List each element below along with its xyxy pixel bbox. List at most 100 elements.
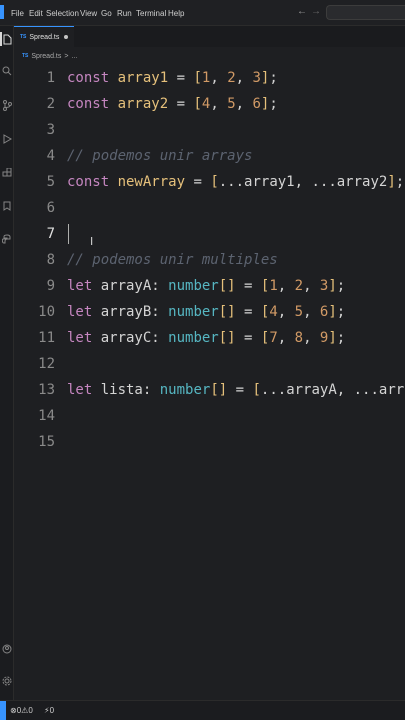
code-token: 5	[227, 96, 236, 112]
line-number: 12	[38, 356, 55, 372]
typescript-file-icon: TS	[22, 53, 29, 59]
code-token: ,	[277, 278, 295, 294]
code-editor[interactable]: 1 const array1 = [1, 2, 3]; 2 const array2 …	[14, 65, 405, 710]
code-token: const	[67, 96, 118, 112]
code-text: let arrayC: number[] = [7, 8, 9];	[67, 325, 345, 351]
app-logo	[0, 5, 4, 19]
code-token: ]	[387, 174, 396, 190]
code-token: ,	[277, 304, 295, 320]
code-token: ;	[336, 330, 346, 346]
code-token: lista:	[100, 382, 160, 398]
code-token: ...array1, ...array2	[218, 174, 388, 190]
status-bar: ⊗0⚠0 ⚡0	[0, 700, 405, 720]
breadcrumb: TS Spread.ts > ...	[14, 47, 405, 65]
code-token: const	[67, 174, 118, 190]
unsaved-dot-icon[interactable]	[64, 35, 68, 39]
code-token: ;	[336, 278, 346, 294]
code-token: const	[67, 70, 118, 86]
files-icon[interactable]	[0, 32, 12, 46]
line-number: 11	[38, 330, 55, 346]
code-token: =	[235, 278, 261, 294]
extensions-icon[interactable]	[1, 166, 13, 180]
code-token: []	[218, 330, 236, 346]
menu-help[interactable]: Help	[168, 0, 184, 26]
python-icon[interactable]	[1, 232, 13, 246]
code-token: =	[235, 330, 261, 346]
code-token: 5	[294, 304, 304, 320]
code-text: let arrayA: number[] = [1, 2, 3];	[67, 273, 345, 299]
breadcrumb-symbol[interactable]: ...	[71, 53, 77, 60]
code-token: let	[67, 278, 101, 294]
code-line[interactable]: 15	[14, 429, 405, 455]
code-token: ;	[269, 70, 278, 86]
code-line[interactable]: 8 // podemos unir multiples	[14, 247, 405, 273]
code-line[interactable]: 5 const newArray = [...array1, ...array2]…	[14, 169, 405, 195]
remote-indicator[interactable]	[0, 701, 6, 720]
code-token: =	[185, 174, 211, 190]
code-text: let lista: number[] = [...arrayA, ...arr…	[67, 377, 405, 403]
code-line[interactable]: 10 let arrayB: number[] = [4, 5, 6];	[14, 299, 405, 325]
code-token: 2	[294, 278, 304, 294]
menu-view[interactable]: View	[80, 0, 97, 26]
code-text: // podemos unir arrays	[67, 143, 252, 169]
code-token: ,	[303, 330, 320, 346]
code-token: ,	[210, 96, 228, 112]
bookmark-icon[interactable]	[1, 199, 13, 213]
code-token: []	[210, 382, 228, 398]
line-number: 14	[38, 408, 55, 424]
code-token: ]	[328, 278, 337, 294]
code-line[interactable]: 13 let lista: number[] = [...arrayA, ...a…	[14, 377, 405, 403]
menu-go[interactable]: Go	[101, 0, 112, 26]
code-text: // podemos unir multiples	[67, 247, 278, 273]
search-icon[interactable]	[1, 64, 13, 78]
code-token: number	[168, 330, 219, 346]
editor-tab-bar: TS Spread.ts	[14, 26, 405, 47]
code-line[interactable]: 6	[14, 195, 405, 221]
run-debug-icon[interactable]	[1, 132, 13, 146]
ports-count[interactable]: ⚡0	[44, 706, 54, 715]
code-line[interactable]: 12	[14, 351, 405, 377]
command-center-search[interactable]	[326, 5, 405, 20]
code-token: =	[168, 96, 194, 112]
code-line[interactable]: 11 let arrayC: number[] = [7, 8, 9];	[14, 325, 405, 351]
code-token: ,	[277, 330, 295, 346]
back-arrow-icon[interactable]: ←	[297, 6, 307, 17]
menu-file[interactable]: File	[11, 0, 24, 26]
code-line[interactable]: 7	[14, 221, 405, 247]
account-icon[interactable]	[1, 642, 13, 656]
problems-count[interactable]: ⊗0⚠0	[10, 706, 33, 715]
code-line[interactable]: 3	[14, 117, 405, 143]
menu-edit[interactable]: Edit	[29, 0, 43, 26]
code-token: ,	[303, 278, 320, 294]
code-token: ;	[269, 96, 278, 112]
code-token: 2	[227, 70, 236, 86]
code-token: 6	[252, 96, 261, 112]
code-token: =	[168, 70, 194, 86]
menu-terminal[interactable]: Terminal	[136, 0, 166, 26]
code-line[interactable]: 1 const array1 = [1, 2, 3];	[14, 65, 405, 91]
tab-label: Spread.ts	[29, 33, 60, 41]
code-token: newArray	[117, 174, 186, 190]
code-token: 4	[269, 304, 278, 320]
code-line[interactable]: 14	[14, 403, 405, 429]
code-line[interactable]: 4 // podemos unir arrays	[14, 143, 405, 169]
code-token: [	[252, 382, 261, 398]
code-line[interactable]: 2 const array2 = [4, 5, 6];	[14, 91, 405, 117]
settings-gear-icon[interactable]	[1, 674, 13, 688]
code-token: []	[218, 278, 236, 294]
menu-selection[interactable]: Selection	[46, 0, 79, 26]
code-token: arrayA:	[100, 278, 169, 294]
forward-arrow-icon[interactable]: →	[311, 6, 321, 17]
menu-run[interactable]: Run	[117, 0, 132, 26]
breadcrumb-file[interactable]: Spread.ts	[31, 53, 61, 60]
code-token: =	[227, 382, 253, 398]
typescript-file-icon: TS	[20, 34, 27, 40]
code-token: ,	[235, 96, 253, 112]
code-token: number	[159, 382, 211, 398]
line-number: 10	[38, 304, 55, 320]
breadcrumb-separator: >	[64, 52, 69, 60]
tab-spread-ts[interactable]: TS Spread.ts	[14, 26, 74, 47]
code-line[interactable]: 9 let arrayA: number[] = [1, 2, 3];	[14, 273, 405, 299]
code-token: ,	[210, 70, 228, 86]
source-control-icon[interactable]	[1, 98, 13, 112]
